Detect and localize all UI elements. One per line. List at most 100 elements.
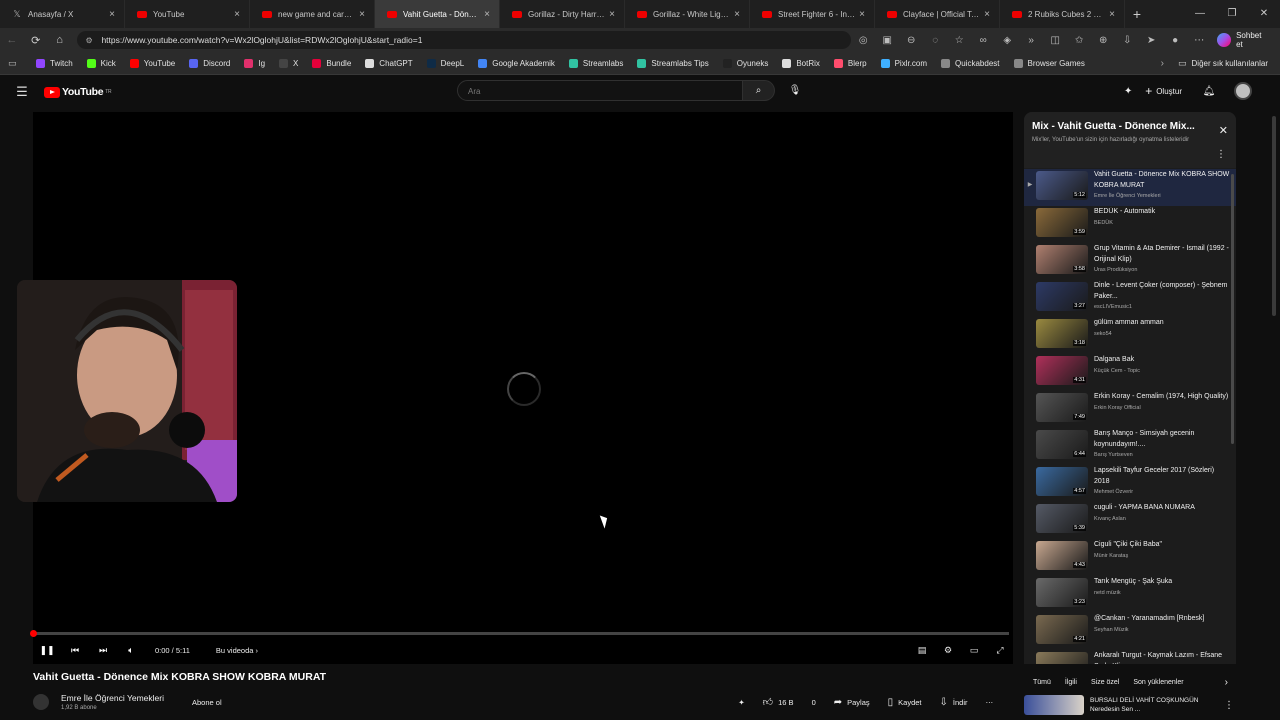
channel-name[interactable]: Emre İle Öğrenci Yemekleri [61,693,164,703]
more-vert-icon[interactable]: ⋮ [1216,149,1226,160]
youtube-logo[interactable]: YouTube TR [44,86,112,98]
collections-icon[interactable]: ⊕ [1091,35,1115,46]
tab-close-icon[interactable]: × [606,9,618,20]
microphone-icon[interactable]: 🎙︎ [786,82,804,100]
other-bookmarks[interactable]: › ▭ Diğer sık kullanılanlar [1161,58,1268,69]
subtitles-icon[interactable]: ▤ [909,645,935,656]
chevron-right-icon[interactable]: › [1161,58,1164,69]
playlist-item-title[interactable]: Barış Manço - Simsiyah gecenin koynunday… [1094,429,1230,450]
playlist-item[interactable]: 4:21 @Cankan - Yaranamadım [Rnbesk] Seyhan… [1024,613,1236,650]
tab-close-icon[interactable]: × [106,9,118,20]
video-thumbnail[interactable]: 3:23 [1036,578,1088,607]
playlist-item[interactable]: 7:49 Erkin Koray - Cemalim (1974, High Qu… [1024,391,1236,428]
extension-icon[interactable]: » [1019,35,1043,46]
tab-close-icon[interactable]: × [731,9,743,20]
tracking-icon[interactable]: ◌ [923,35,947,46]
bookmark-item[interactable]: Discord [189,58,230,68]
tab-close-icon[interactable]: × [481,9,493,20]
bookmark-item[interactable]: BotRix [782,58,820,68]
profile-icon[interactable]: ● [1163,35,1187,46]
recommendation-thumbnail[interactable] [1024,695,1084,715]
menu-icon[interactable]: ☰ [0,84,44,100]
video-thumbnail[interactable]: 4:21 [1036,615,1088,644]
subscribe-button[interactable]: Abone ol [192,698,222,707]
more-icon[interactable]: ⋯ [1187,35,1211,46]
bookmark-item[interactable]: Twitch [36,58,73,68]
bookmark-item[interactable]: DeepL [426,58,464,68]
favorite-star-icon[interactable]: ☆ [947,35,971,46]
app-icon[interactable]: ▣ [875,35,899,46]
notifications-bell-icon[interactable]: 🔔︎ [1198,86,1220,97]
playlist-item[interactable]: 4:31 Dalgana Bak Küçük Cem - Topic [1024,354,1236,391]
bookmark-item[interactable]: Streamlabs Tips [637,58,709,68]
bookmark-item[interactable]: ChatGPT [365,58,413,68]
split-screen-icon[interactable]: ◫ [1043,35,1067,46]
extension-icon[interactable]: ◈ [995,35,1019,46]
browser-tab[interactable]: Vahit Guetta - Dönence × [375,0,500,28]
dislike-button[interactable]: 0 [812,698,816,707]
filter-chip[interactable]: Size özel [1086,679,1124,686]
video-thumbnail[interactable]: 6:44 [1036,430,1088,459]
extension-icon[interactable]: ◎ [851,35,875,46]
filter-chip[interactable]: Son yüklenenler [1128,679,1188,686]
playlist-item-title[interactable]: Vahit Guetta - Dönence Mix KOBRA SHOW KO… [1094,170,1230,191]
browser-tab[interactable]: Clayface | Official Teaser× [875,0,1000,28]
filter-chip[interactable]: İlgili [1060,679,1082,686]
url-bar[interactable]: ⚙ https://www.youtube.com/watch?v=Wx2lOg… [77,31,852,49]
playlist-title[interactable]: Mix - Vahit Guetta - Dönence Mix... [1032,121,1195,132]
browser-tab[interactable]: Gorillaz - Dirty Harry (Of × [500,0,625,28]
playlist-item-title[interactable]: cuguli - YAPMA BANA NUMARA [1094,503,1230,514]
close-icon[interactable]: ✕ [1219,124,1228,137]
browser-tab[interactable]: new game and cards - Y × [250,0,375,28]
playlist-item[interactable]: 3:27 Dinle - Levent Çoker (composer) - Şe… [1024,280,1236,317]
recommendation-title[interactable]: BURSALI DELİ VAHİT COŞKUNGÜN Neredesin S… [1090,696,1220,714]
minimize-icon[interactable]: — [1184,0,1216,28]
extension-icon[interactable]: ✦ [1117,86,1139,97]
reload-icon[interactable]: ⟳ [24,34,48,47]
tab-close-icon[interactable]: × [231,9,243,20]
playlist-item-title[interactable]: Grup Vitamin & Ata Demirer - İsmail (199… [1094,244,1230,265]
channel-avatar[interactable] [33,694,49,710]
video-thumbnail[interactable]: 3:59 [1036,208,1088,237]
bookmark-item[interactable]: Streamlabs [568,58,623,68]
browser-tab[interactable]: 𝕏 Anasayfa / X × [0,0,125,28]
avatar[interactable] [1234,82,1252,100]
playlist-item-title[interactable]: Dinle - Levent Çoker (composer) - Şebnem… [1094,281,1230,302]
browser-tab[interactable]: YouTube × [125,0,250,28]
home-icon[interactable]: ⌂ [48,34,72,46]
extension-icon[interactable]: ✦ [738,698,744,707]
filter-chip[interactable]: Tümü [1028,679,1056,686]
playlist-item[interactable]: 3:59 BEDÜK - Automatik BEDÜK [1024,206,1236,243]
playlist-item-title[interactable]: Ankaralı Turgut - Kaymak Lazım - Efsane … [1094,651,1230,664]
tab-close-icon[interactable]: × [856,9,868,20]
pause-icon[interactable]: ❚❚ [33,645,61,656]
video-player[interactable]: ❚❚ ⏮︎ ⏭︎ 🔈︎ 0:00 / 5:11 Bu videoda › ▤ ⚙… [17,112,1013,664]
zoom-icon[interactable]: ⊖ [899,35,923,46]
back-icon[interactable]: ← [0,34,24,46]
browser-tab[interactable]: Street Fighter 6 - Ingrid × [750,0,875,28]
close-window-icon[interactable]: ✕ [1248,0,1280,28]
new-tab-icon[interactable]: + [1125,0,1149,28]
create-button[interactable]: + Oluştur [1145,84,1182,98]
sidebar-toggle-icon[interactable]: ▭ [8,58,22,69]
playlist-item[interactable]: 4:57 Lapsekili Tayfur Geceler 2017 (Sözle… [1024,465,1236,502]
copilot-button[interactable]: Sohbet et [1217,31,1270,49]
video-thumbnail[interactable]: 4:43 [1036,541,1088,570]
bookmark-item[interactable]: Blerp [833,58,867,68]
fullscreen-icon[interactable]: ⤢ [987,645,1013,656]
tab-close-icon[interactable]: × [981,9,993,20]
save-button[interactable]: ▯ Kaydet [888,697,922,708]
video-thumbnail[interactable]: 4:32 [1036,652,1088,664]
share-icon[interactable]: ➤ [1139,35,1163,46]
browser-tab[interactable]: 2 Rubiks Cubes 2 Cig 2 × [1000,0,1125,28]
search-input[interactable]: Ara [457,80,743,101]
tab-close-icon[interactable]: × [356,9,368,20]
playlist-item-title[interactable]: @Cankan - Yaranamadım [Rnbesk] [1094,614,1230,625]
extension-icon[interactable]: ∞ [971,35,995,46]
video-thumbnail[interactable]: 7:49 [1036,393,1088,422]
page-scrollbar[interactable] [1272,116,1276,316]
recommendation-item[interactable]: BURSALI DELİ VAHİT COŞKUNGÜN Neredesin S… [1024,694,1236,716]
maximize-icon[interactable]: ❐ [1216,0,1248,28]
settings-gear-icon[interactable]: ⚙ [935,645,961,656]
playlist-item-title[interactable]: Tarık Mengüç - Şak Şuka [1094,577,1230,588]
